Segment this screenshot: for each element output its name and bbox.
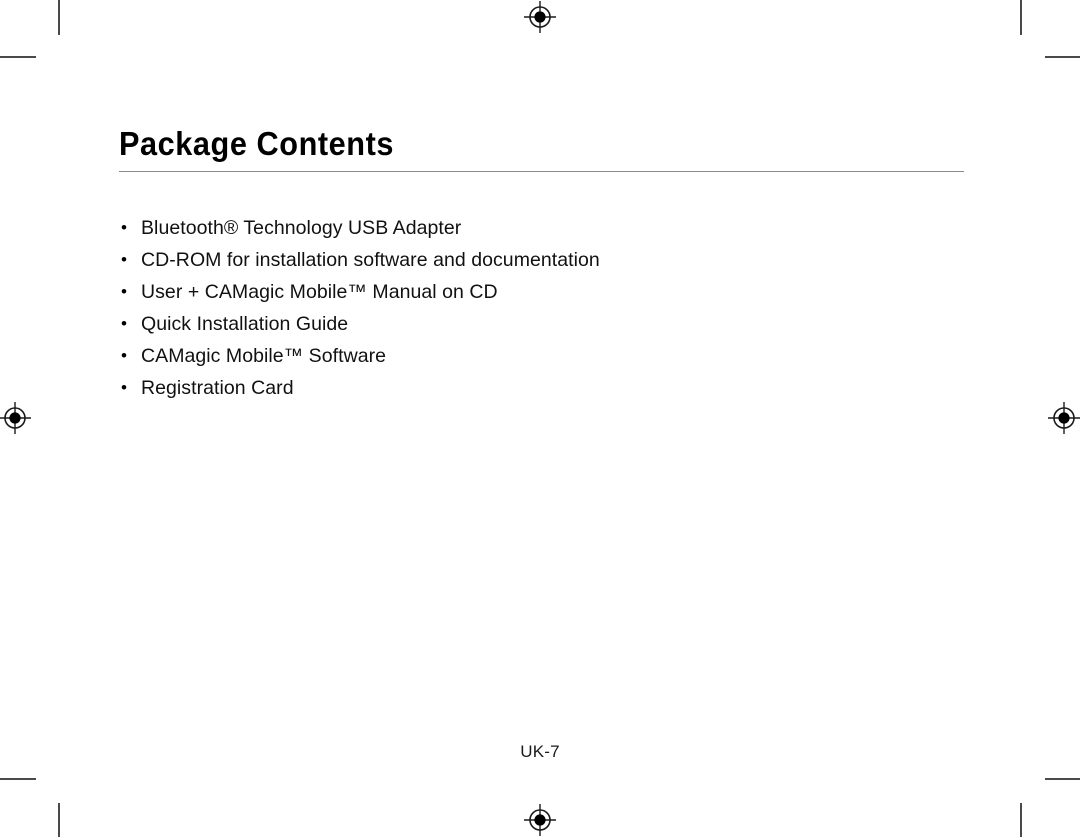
list-item: • CD-ROM for installation software and d… xyxy=(119,244,999,276)
bullet-icon: • xyxy=(121,346,128,365)
bullet-icon: • xyxy=(121,218,128,237)
list-item: • CAMagic Mobile™ Software xyxy=(119,340,999,372)
list-item: • Bluetooth® Technology USB Adapter xyxy=(119,212,999,244)
package-contents-list: • Bluetooth® Technology USB Adapter • CD… xyxy=(119,212,999,404)
registration-mark-right-icon xyxy=(1047,401,1080,435)
crop-mark-top-left-vertical xyxy=(58,0,60,35)
crop-mark-bottom-right-horizontal xyxy=(1045,778,1080,780)
registration-mark-top-icon xyxy=(523,0,557,34)
registration-mark-bottom-icon xyxy=(523,803,557,837)
crop-mark-top-left-horizontal xyxy=(0,56,36,58)
list-item: • Quick Installation Guide xyxy=(119,308,999,340)
list-item-label: Registration Card xyxy=(141,377,294,399)
title-divider xyxy=(119,171,964,172)
list-item-label: Bluetooth® Technology USB Adapter xyxy=(141,217,462,239)
list-item: • User + CAMagic Mobile™ Manual on CD xyxy=(119,276,999,308)
bullet-icon: • xyxy=(121,314,128,333)
crop-mark-bottom-left-vertical xyxy=(58,803,60,837)
manual-page: Package Contents • Bluetooth® Technology… xyxy=(0,0,1080,837)
crop-mark-bottom-right-vertical xyxy=(1020,803,1022,837)
page-number: UK-7 xyxy=(520,742,560,761)
page-title: Package Contents xyxy=(119,125,395,162)
crop-mark-top-right-vertical xyxy=(1020,0,1022,35)
bullet-icon: • xyxy=(121,378,128,397)
list-item-label: CAMagic Mobile™ Software xyxy=(141,345,387,367)
list-item-label: User + CAMagic Mobile™ Manual on CD xyxy=(141,281,498,303)
registration-mark-left-icon xyxy=(0,401,32,435)
crop-mark-top-right-horizontal xyxy=(1045,56,1080,58)
list-item: • Registration Card xyxy=(119,372,999,404)
list-item-label: CD-ROM for installation software and doc… xyxy=(141,249,600,271)
crop-mark-bottom-left-horizontal xyxy=(0,778,36,780)
list-item-label: Quick Installation Guide xyxy=(141,313,349,335)
bullet-icon: • xyxy=(121,250,128,269)
bullet-icon: • xyxy=(121,282,128,301)
